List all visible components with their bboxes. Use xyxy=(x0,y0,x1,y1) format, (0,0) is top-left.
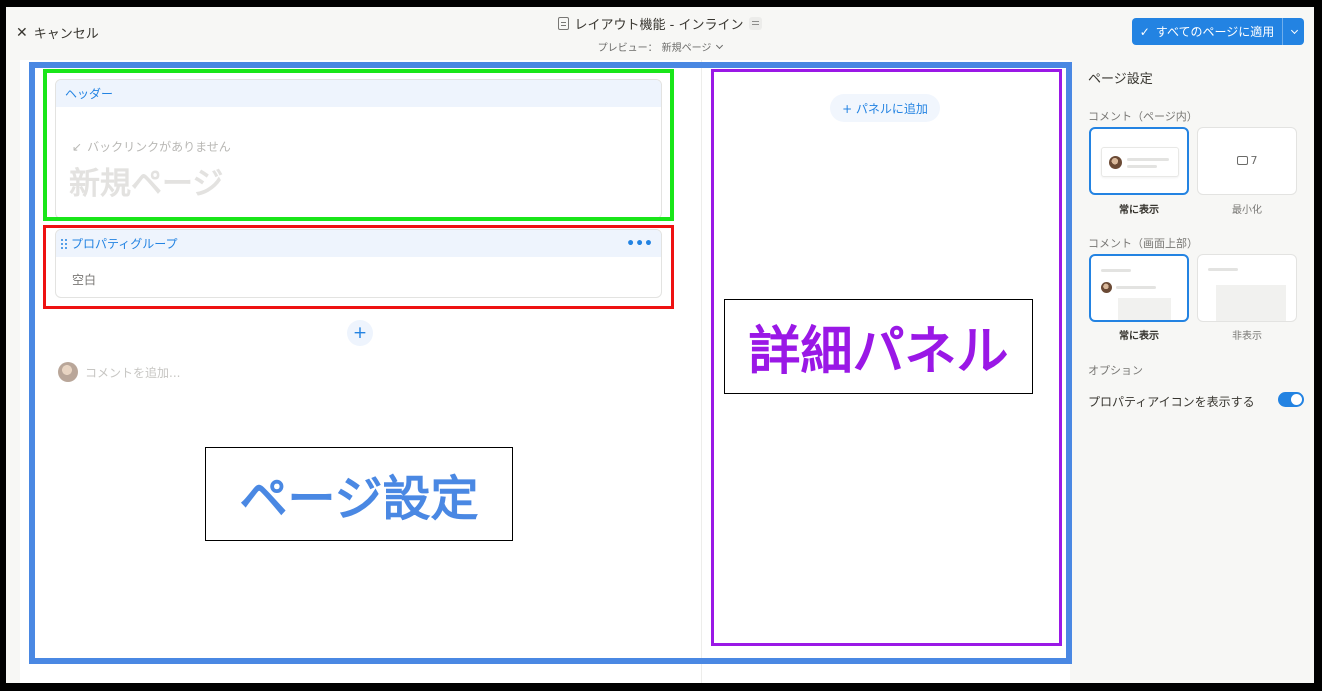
comment-bubble-icon xyxy=(1236,156,1248,165)
comment-input[interactable]: コメントを追加... xyxy=(58,362,180,382)
title-area: レイアウト機能 - インライン プレビュー： 新規ページ xyxy=(6,14,1314,54)
backlink-row: ↙ バックリンクがありません xyxy=(72,138,231,155)
add-to-panel-button[interactable]: + パネルに追加 xyxy=(830,94,940,122)
comments-top-hidden-option[interactable] xyxy=(1197,254,1297,322)
preview-selector[interactable]: プレビュー： 新規ページ xyxy=(6,39,1314,54)
comment-count-value: 7 xyxy=(1250,154,1258,167)
preview-line xyxy=(1127,165,1157,168)
preview-block xyxy=(1216,285,1286,321)
page-title: 新規ページ xyxy=(69,166,224,202)
apply-main[interactable]: ✓ すべてのページに適用 xyxy=(1132,23,1282,40)
avatar xyxy=(1109,156,1122,169)
options-label: オプション xyxy=(1088,364,1143,377)
show-property-icons-toggle[interactable] xyxy=(1278,392,1304,407)
details-panel-annotation: 詳細パネル xyxy=(724,299,1033,394)
comment-placeholder: コメントを追加... xyxy=(85,365,181,380)
header-block-label: ヘッダー xyxy=(56,80,661,107)
avatar xyxy=(1101,282,1112,293)
comments-inline-always-caption: 常に表示 xyxy=(1119,205,1159,216)
option-preview xyxy=(1101,147,1179,177)
comment-count: 7 xyxy=(1198,154,1296,167)
comments-inline-minimized-caption: 最小化 xyxy=(1232,205,1262,216)
apply-all-pages-button[interactable]: ✓ すべてのページに適用 xyxy=(1132,18,1304,45)
layout-settings-icon[interactable] xyxy=(749,17,763,30)
backlink-arrow-icon: ↙ xyxy=(72,139,83,154)
window-title: レイアウト機能 - インライン xyxy=(557,14,763,33)
page-settings-annotation: ページ設定 xyxy=(205,447,513,541)
property-group-title: プロパティグループ xyxy=(61,235,178,252)
layout-editor-window: ✕ キャンセル レイアウト機能 - インライン プレビュー： 新規ページ ✓ す… xyxy=(6,7,1314,683)
header-block[interactable]: ヘッダー ↙ バックリンクがありません 新規ページ xyxy=(55,79,662,219)
property-group-block[interactable]: プロパティグループ ••• 空白 xyxy=(55,229,662,298)
property-empty-text: 空白 xyxy=(72,273,97,287)
sidebar-title: ページ設定 xyxy=(1088,72,1153,87)
chevron-down-icon xyxy=(716,41,724,49)
preview-line xyxy=(1101,269,1131,272)
comments-top-always-option[interactable] xyxy=(1089,254,1189,322)
preview-block xyxy=(1118,298,1171,320)
apply-dropdown-button[interactable] xyxy=(1282,18,1304,45)
comments-top-hidden-caption: 非表示 xyxy=(1232,331,1262,342)
apply-label: すべてのページに適用 xyxy=(1155,25,1275,39)
preview-line xyxy=(1127,158,1169,161)
drag-handle-icon[interactable] xyxy=(61,238,68,249)
add-block-button[interactable]: + xyxy=(347,320,373,346)
comments-top-label: コメント（画面上部） xyxy=(1088,237,1198,250)
more-options-icon[interactable]: ••• xyxy=(626,237,653,251)
property-group-head: プロパティグループ ••• xyxy=(56,230,661,257)
show-property-icons-label: プロパティアイコンを表示する xyxy=(1088,395,1255,409)
panel-divider xyxy=(701,60,702,683)
preview-label: プレビュー： xyxy=(597,43,658,54)
preview-line xyxy=(1208,268,1238,271)
preview-page: 新規ページ xyxy=(661,43,712,54)
layout-title: レイアウト機能 - インライン xyxy=(574,18,744,33)
avatar xyxy=(58,362,78,382)
comments-top-always-caption: 常に表示 xyxy=(1119,331,1159,342)
document-icon xyxy=(557,17,569,30)
backlink-text: バックリンクがありません xyxy=(87,140,231,154)
check-icon: ✓ xyxy=(1139,24,1150,39)
comments-inline-minimized-option[interactable]: 7 xyxy=(1197,127,1297,195)
chevron-down-icon xyxy=(1290,26,1299,34)
comments-inline-always-option[interactable] xyxy=(1089,127,1189,195)
preview-line xyxy=(1116,286,1156,289)
comments-inline-label: コメント（ページ内） xyxy=(1088,110,1198,123)
property-group-label: プロパティグループ xyxy=(71,237,178,251)
